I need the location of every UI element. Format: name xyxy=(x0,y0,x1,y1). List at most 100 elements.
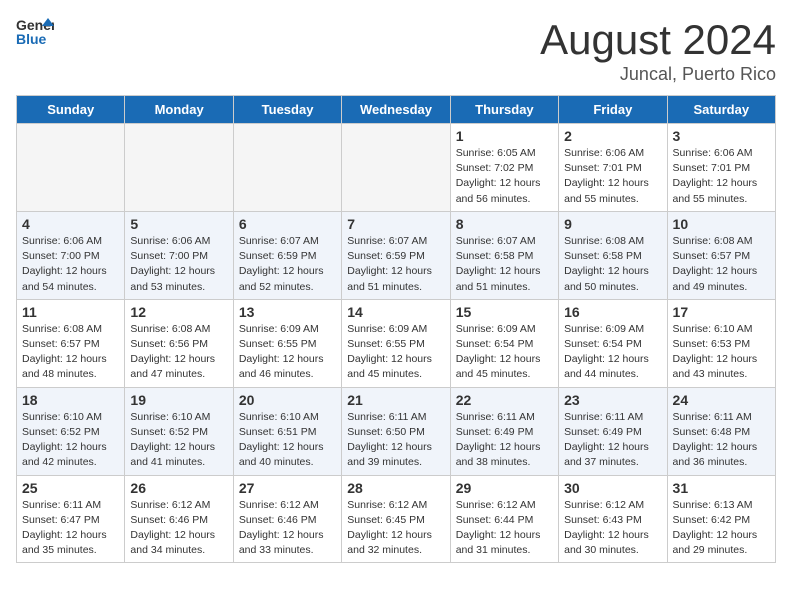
day-number: 10 xyxy=(673,216,770,232)
calendar-cell: 30Sunrise: 6:12 AMSunset: 6:43 PMDayligh… xyxy=(559,475,667,563)
day-info: Sunrise: 6:12 AMSunset: 6:46 PMDaylight:… xyxy=(130,498,227,559)
day-info: Sunrise: 6:07 AMSunset: 6:59 PMDaylight:… xyxy=(239,234,336,295)
day-number: 29 xyxy=(456,480,553,496)
day-number: 3 xyxy=(673,128,770,144)
calendar-week-4: 18Sunrise: 6:10 AMSunset: 6:52 PMDayligh… xyxy=(17,387,776,475)
weekday-header-friday: Friday xyxy=(559,96,667,124)
logo: General Blue xyxy=(16,16,54,48)
day-number: 23 xyxy=(564,392,661,408)
month-title: August 2024 xyxy=(540,16,776,64)
day-number: 31 xyxy=(673,480,770,496)
day-info: Sunrise: 6:11 AMSunset: 6:50 PMDaylight:… xyxy=(347,410,444,471)
calendar-cell xyxy=(233,124,341,212)
calendar-cell: 9Sunrise: 6:08 AMSunset: 6:58 PMDaylight… xyxy=(559,211,667,299)
calendar-cell xyxy=(125,124,233,212)
day-number: 16 xyxy=(564,304,661,320)
day-info: Sunrise: 6:11 AMSunset: 6:49 PMDaylight:… xyxy=(564,410,661,471)
day-info: Sunrise: 6:10 AMSunset: 6:53 PMDaylight:… xyxy=(673,322,770,383)
calendar-cell: 1Sunrise: 6:05 AMSunset: 7:02 PMDaylight… xyxy=(450,124,558,212)
calendar-cell: 25 Sunrise: 6:11 AMSunset: 6:47 PMDayligh… xyxy=(17,475,125,563)
weekday-header-wednesday: Wednesday xyxy=(342,96,450,124)
day-info: Sunrise: 6:10 AMSunset: 6:51 PMDaylight:… xyxy=(239,410,336,471)
day-info: Sunrise: 6:11 AMSunset: 6:48 PMDaylight:… xyxy=(673,410,770,471)
day-info: Sunrise: 6:07 AMSunset: 6:58 PMDaylight:… xyxy=(456,234,553,295)
day-number: 13 xyxy=(239,304,336,320)
day-number: 28 xyxy=(347,480,444,496)
calendar-cell: 26 Sunrise: 6:12 AMSunset: 6:46 PMDayligh… xyxy=(125,475,233,563)
weekday-header-sunday: Sunday xyxy=(17,96,125,124)
calendar-cell: 23 Sunrise: 6:11 AMSunset: 6:49 PMDayligh… xyxy=(559,387,667,475)
day-number: 25 xyxy=(22,480,119,496)
day-number: 11 xyxy=(22,304,119,320)
day-info: Sunrise: 6:12 AMSunset: 6:45 PMDaylight:… xyxy=(347,498,444,559)
day-info: Sunrise: 6:09 AMSunset: 6:55 PMDaylight:… xyxy=(239,322,336,383)
calendar-cell: 8 Sunrise: 6:07 AMSunset: 6:58 PMDaylight… xyxy=(450,211,558,299)
calendar-cell: 2Sunrise: 6:06 AMSunset: 7:01 PMDaylight… xyxy=(559,124,667,212)
logo-icon: General Blue xyxy=(16,16,54,48)
calendar-cell: 3Sunrise: 6:06 AMSunset: 7:01 PMDaylight… xyxy=(667,124,775,212)
calendar-cell: 31Sunrise: 6:13 AMSunset: 6:42 PMDayligh… xyxy=(667,475,775,563)
day-number: 26 xyxy=(130,480,227,496)
day-number: 15 xyxy=(456,304,553,320)
day-info: Sunrise: 6:08 AMSunset: 6:58 PMDaylight:… xyxy=(564,234,661,295)
calendar-cell: 17 Sunrise: 6:10 AMSunset: 6:53 PMDayligh… xyxy=(667,299,775,387)
calendar-cell: 27 Sunrise: 6:12 AMSunset: 6:46 PMDayligh… xyxy=(233,475,341,563)
day-number: 4 xyxy=(22,216,119,232)
day-number: 21 xyxy=(347,392,444,408)
title-area: August 2024 Juncal, Puerto Rico xyxy=(540,16,776,85)
calendar-cell xyxy=(342,124,450,212)
day-info: Sunrise: 6:12 AMSunset: 6:46 PMDaylight:… xyxy=(239,498,336,559)
day-number: 8 xyxy=(456,216,553,232)
calendar-week-1: 1Sunrise: 6:05 AMSunset: 7:02 PMDaylight… xyxy=(17,124,776,212)
day-number: 27 xyxy=(239,480,336,496)
day-info: Sunrise: 6:08 AMSunset: 6:57 PMDaylight:… xyxy=(673,234,770,295)
calendar-cell: 15 Sunrise: 6:09 AMSunset: 6:54 PMDayligh… xyxy=(450,299,558,387)
calendar-cell: 6 Sunrise: 6:07 AMSunset: 6:59 PMDaylight… xyxy=(233,211,341,299)
day-number: 20 xyxy=(239,392,336,408)
day-number: 30 xyxy=(564,480,661,496)
calendar-cell: 24Sunrise: 6:11 AMSunset: 6:48 PMDayligh… xyxy=(667,387,775,475)
day-info: Sunrise: 6:10 AMSunset: 6:52 PMDaylight:… xyxy=(130,410,227,471)
day-number: 14 xyxy=(347,304,444,320)
day-number: 6 xyxy=(239,216,336,232)
day-number: 5 xyxy=(130,216,227,232)
calendar-week-3: 11 Sunrise: 6:08 AMSunset: 6:57 PMDayligh… xyxy=(17,299,776,387)
calendar-cell: 14Sunrise: 6:09 AMSunset: 6:55 PMDayligh… xyxy=(342,299,450,387)
day-info: Sunrise: 6:06 AMSunset: 7:00 PMDaylight:… xyxy=(130,234,227,295)
day-info: Sunrise: 6:09 AMSunset: 6:54 PMDaylight:… xyxy=(564,322,661,383)
calendar-cell: 19Sunrise: 6:10 AMSunset: 6:52 PMDayligh… xyxy=(125,387,233,475)
day-info: Sunrise: 6:06 AMSunset: 7:00 PMDaylight:… xyxy=(22,234,119,295)
location-title: Juncal, Puerto Rico xyxy=(540,64,776,85)
calendar-cell: 5 Sunrise: 6:06 AMSunset: 7:00 PMDaylight… xyxy=(125,211,233,299)
calendar-cell: 20 Sunrise: 6:10 AMSunset: 6:51 PMDayligh… xyxy=(233,387,341,475)
calendar-cell: 7Sunrise: 6:07 AMSunset: 6:59 PMDaylight… xyxy=(342,211,450,299)
calendar-header-row: SundayMondayTuesdayWednesdayThursdayFrid… xyxy=(17,96,776,124)
calendar-body: 1Sunrise: 6:05 AMSunset: 7:02 PMDaylight… xyxy=(17,124,776,563)
day-number: 12 xyxy=(130,304,227,320)
calendar-cell: 28 Sunrise: 6:12 AMSunset: 6:45 PMDayligh… xyxy=(342,475,450,563)
calendar-cell: 22 Sunrise: 6:11 AMSunset: 6:49 PMDayligh… xyxy=(450,387,558,475)
weekday-header-saturday: Saturday xyxy=(667,96,775,124)
calendar-cell: 10 Sunrise: 6:08 AMSunset: 6:57 PMDayligh… xyxy=(667,211,775,299)
weekday-header-monday: Monday xyxy=(125,96,233,124)
day-info: Sunrise: 6:11 AMSunset: 6:49 PMDaylight:… xyxy=(456,410,553,471)
day-info: Sunrise: 6:10 AMSunset: 6:52 PMDaylight:… xyxy=(22,410,119,471)
calendar-cell xyxy=(17,124,125,212)
day-info: Sunrise: 6:09 AMSunset: 6:54 PMDaylight:… xyxy=(456,322,553,383)
calendar-table: SundayMondayTuesdayWednesdayThursdayFrid… xyxy=(16,95,776,563)
day-info: Sunrise: 6:08 AMSunset: 6:56 PMDaylight:… xyxy=(130,322,227,383)
weekday-header-tuesday: Tuesday xyxy=(233,96,341,124)
day-number: 1 xyxy=(456,128,553,144)
weekday-header-thursday: Thursday xyxy=(450,96,558,124)
calendar-cell: 18Sunrise: 6:10 AMSunset: 6:52 PMDayligh… xyxy=(17,387,125,475)
calendar-cell: 21 Sunrise: 6:11 AMSunset: 6:50 PMDayligh… xyxy=(342,387,450,475)
calendar-cell: 4 Sunrise: 6:06 AMSunset: 7:00 PMDaylight… xyxy=(17,211,125,299)
day-info: Sunrise: 6:12 AMSunset: 6:44 PMDaylight:… xyxy=(456,498,553,559)
day-number: 17 xyxy=(673,304,770,320)
day-number: 2 xyxy=(564,128,661,144)
day-info: Sunrise: 6:11 AMSunset: 6:47 PMDaylight:… xyxy=(22,498,119,559)
calendar-cell: 29 Sunrise: 6:12 AMSunset: 6:44 PMDayligh… xyxy=(450,475,558,563)
day-info: Sunrise: 6:08 AMSunset: 6:57 PMDaylight:… xyxy=(22,322,119,383)
day-number: 22 xyxy=(456,392,553,408)
calendar-cell: 11 Sunrise: 6:08 AMSunset: 6:57 PMDayligh… xyxy=(17,299,125,387)
